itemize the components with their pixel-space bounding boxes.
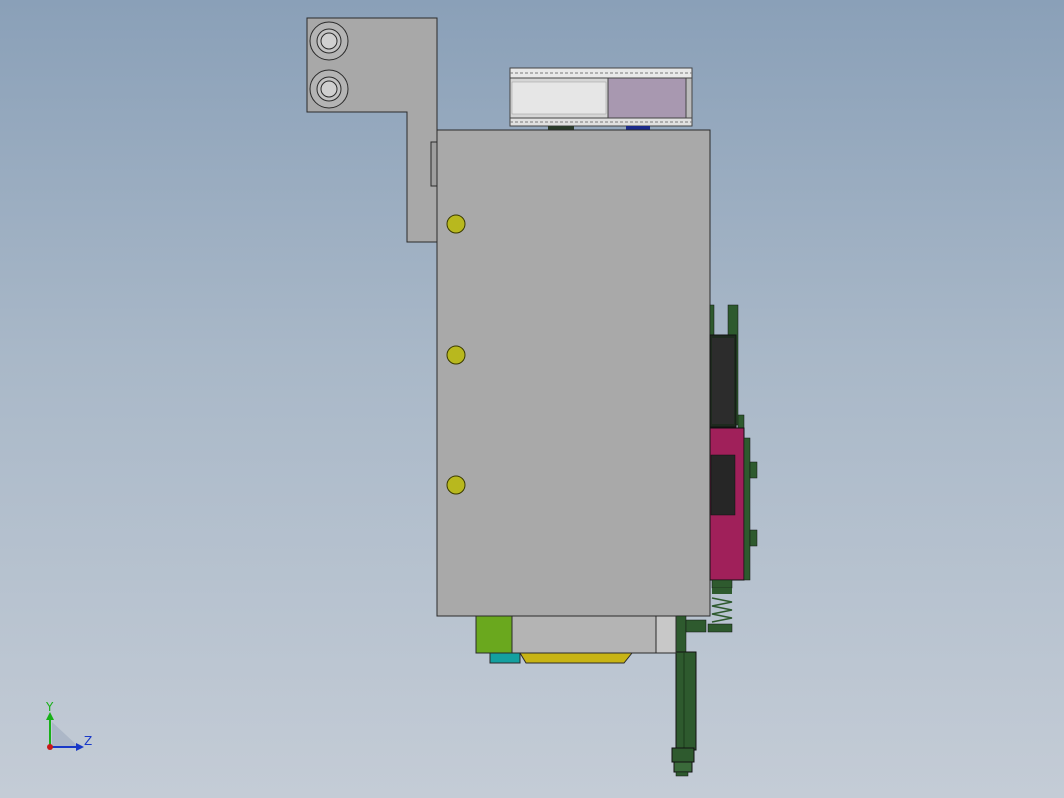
side-mechanism[interactable] bbox=[709, 304, 758, 589]
bracket-hole-top bbox=[309, 21, 349, 61]
screw-top bbox=[446, 214, 466, 234]
z-axis-arrow-icon bbox=[76, 743, 84, 751]
y-axis-label: Y bbox=[46, 700, 54, 714]
bottom-gray-block[interactable] bbox=[511, 615, 677, 654]
origin-icon bbox=[47, 744, 53, 750]
cad-viewport[interactable]: Y Z bbox=[0, 0, 1064, 798]
z-axis-label: Z bbox=[84, 734, 93, 748]
yellow-base bbox=[519, 652, 634, 664]
model-drawing[interactable] bbox=[0, 0, 1064, 798]
main-body-plate[interactable] bbox=[436, 129, 711, 617]
screw-bottom bbox=[446, 475, 466, 495]
screw-middle bbox=[446, 345, 466, 365]
nozzle-shaft[interactable] bbox=[671, 615, 707, 777]
coordinate-triad bbox=[46, 712, 84, 751]
spring bbox=[707, 588, 733, 633]
pulley-assembly[interactable] bbox=[509, 67, 693, 131]
bracket-hole-bottom bbox=[309, 69, 349, 109]
bottom-gray-cap bbox=[655, 615, 677, 654]
cyan-tab bbox=[489, 652, 521, 664]
green-block[interactable] bbox=[475, 615, 513, 654]
